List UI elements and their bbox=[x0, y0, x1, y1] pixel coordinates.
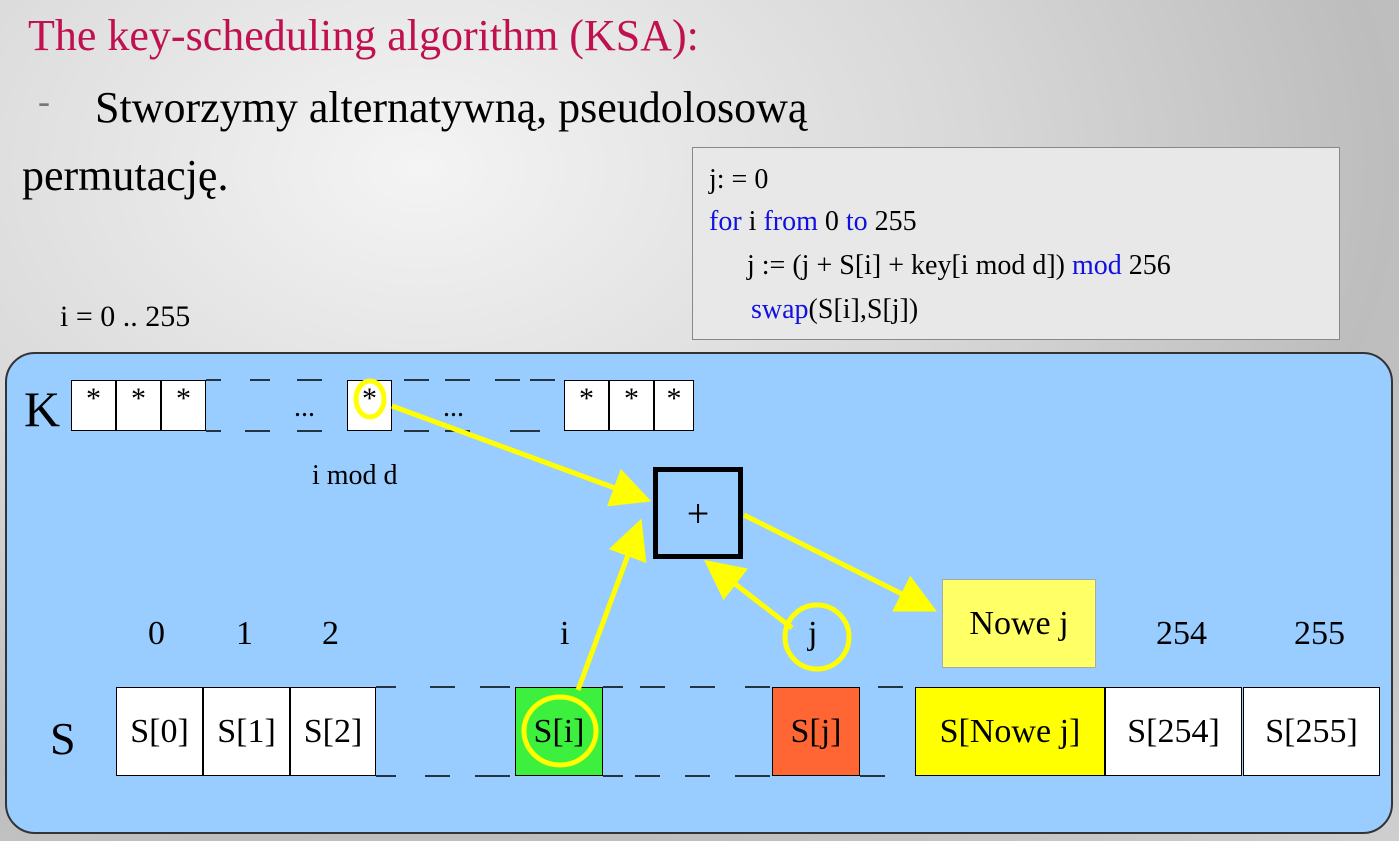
si-highlight-circle bbox=[521, 694, 599, 768]
arrow-si-to-plus bbox=[575, 518, 647, 691]
arrow-j-to-plus bbox=[704, 559, 794, 630]
arrow-key-to-plus bbox=[391, 403, 652, 507]
j-highlight-circle bbox=[782, 602, 852, 672]
key-highlight-circle bbox=[353, 378, 387, 420]
arrow-plus-to-new-j bbox=[742, 512, 937, 612]
diagram-overlay bbox=[206, 378, 937, 777]
dashed-placeholders bbox=[206, 379, 903, 777]
